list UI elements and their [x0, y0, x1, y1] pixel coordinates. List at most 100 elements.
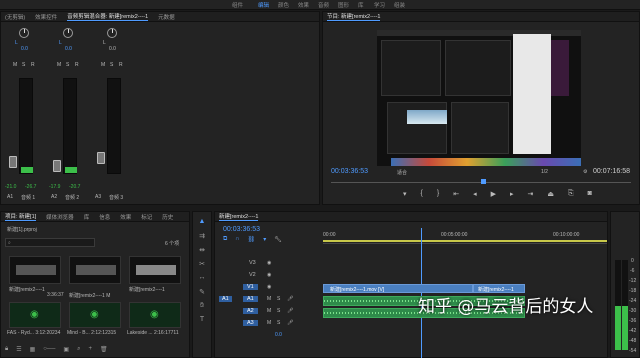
workspace-tab-graphics[interactable]: 图形	[338, 1, 349, 9]
nest-icon[interactable]: ⧉	[223, 236, 227, 243]
tab-markers[interactable]: 标记	[141, 213, 152, 221]
workspace-tab-color[interactable]: 颜色	[278, 1, 289, 9]
solo-button[interactable]: S	[277, 308, 280, 314]
settings-icon[interactable]: ⚙	[583, 169, 587, 175]
step-forward-icon[interactable]: ▸	[510, 190, 514, 200]
track-v3-label[interactable]: V3	[249, 260, 256, 266]
solo-button[interactable]: S	[277, 296, 280, 302]
pan-knob[interactable]	[19, 28, 29, 38]
track-v2-label[interactable]: V2	[249, 272, 256, 278]
project-search-input[interactable]: ⌕	[5, 238, 95, 247]
program-video-frame[interactable]	[377, 30, 581, 166]
type-icon[interactable]: T	[196, 316, 208, 326]
mic-icon[interactable]: 🎤︎	[287, 320, 293, 326]
tab-no-clip[interactable]: (无剪辑)	[5, 13, 25, 21]
linked-icon[interactable]: ⛓︎	[248, 236, 256, 243]
selection-tool-icon[interactable]: ▲	[196, 218, 208, 228]
tab-metadata[interactable]: 元数据	[158, 13, 175, 21]
mark-out-icon[interactable]: }	[437, 190, 439, 200]
master-volume[interactable]: 0.0	[275, 332, 282, 338]
tab-info[interactable]: 信息	[99, 213, 110, 221]
pan-knob[interactable]	[63, 28, 73, 38]
icon-view-icon[interactable]: ▦	[30, 346, 36, 356]
work-area-bar[interactable]	[323, 240, 607, 242]
audio-item-thumb[interactable]: ◉	[9, 302, 61, 328]
tab-audio-clip-mixer[interactable]: 音频剪辑混合器: 新建[remix2----1	[67, 12, 149, 21]
lift-icon[interactable]: ⏏	[547, 190, 554, 200]
trash-icon[interactable]: 🗑︎	[100, 346, 108, 356]
lock-icon[interactable]: 🔒︎	[5, 346, 8, 356]
workspace-tab-libraries[interactable]: 库	[358, 1, 364, 9]
play-icon[interactable]: ▶	[491, 190, 496, 200]
workspace-tab-effects[interactable]: 效果	[298, 1, 309, 9]
record-button[interactable]: R	[119, 62, 123, 68]
solo-button[interactable]: S	[22, 62, 25, 68]
resolution-dropdown[interactable]: 1/2	[541, 169, 548, 175]
pan-value[interactable]: 0.0	[21, 46, 28, 52]
tab-effect-controls[interactable]: 效果控件	[35, 13, 57, 21]
snap-icon[interactable]: ∩	[235, 236, 239, 243]
tab-effects[interactable]: 效果	[120, 213, 131, 221]
workspace-tab-learn[interactable]: 学习	[374, 1, 385, 9]
audio-item-thumb[interactable]: ◉	[129, 302, 181, 328]
project-item-thumb[interactable]	[69, 256, 121, 284]
record-button[interactable]: R	[75, 62, 79, 68]
pen-icon[interactable]: ✎	[196, 288, 208, 298]
add-marker-icon[interactable]: ▾	[263, 236, 266, 243]
mute-button[interactable]: M	[57, 62, 61, 68]
sequence-tab[interactable]: 新建[remix2----1	[219, 212, 259, 221]
marker-icon[interactable]: ▾	[403, 190, 407, 200]
go-to-out-icon[interactable]: ⇥	[528, 190, 534, 200]
new-item-icon[interactable]: +	[88, 346, 92, 356]
program-title[interactable]: 节目: 新建[remix2----1	[327, 12, 381, 21]
track-a3-label[interactable]: A3	[243, 320, 258, 326]
slip-icon[interactable]: ↔	[196, 274, 208, 284]
tab-history[interactable]: 历史	[162, 213, 173, 221]
fit-dropdown[interactable]: 适合	[397, 169, 407, 176]
timeline-timecode[interactable]: 00:03:36:53	[223, 226, 260, 233]
project-item-thumb[interactable]	[129, 256, 181, 284]
eye-icon[interactable]: ◉	[267, 272, 271, 278]
solo-button[interactable]: S	[66, 62, 69, 68]
track-a2-label[interactable]: A2	[243, 308, 258, 314]
volume-fader[interactable]	[53, 160, 61, 172]
list-view-icon[interactable]: ☰	[16, 346, 21, 356]
program-timecode-current[interactable]: 00:03:36:53	[331, 168, 368, 175]
project-item-thumb[interactable]	[9, 256, 61, 284]
mute-button[interactable]: M	[267, 320, 271, 326]
zoom-slider[interactable]: ○──	[43, 346, 55, 356]
mic-icon[interactable]: 🎤︎	[287, 296, 293, 302]
tab-media-browser[interactable]: 媒体浏览器	[46, 213, 74, 221]
track-v1-label[interactable]: V1	[243, 284, 258, 290]
solo-button[interactable]: S	[277, 320, 280, 326]
extract-icon[interactable]: ⎘	[568, 190, 574, 200]
audio-item-thumb[interactable]: ◉	[69, 302, 121, 328]
pan-value[interactable]: 0.0	[109, 46, 116, 52]
tab-libraries[interactable]: 库	[84, 213, 90, 221]
workspace-tab-assembly[interactable]: 组件	[232, 1, 243, 9]
volume-fader[interactable]	[9, 156, 17, 168]
mute-button[interactable]: M	[13, 62, 17, 68]
playhead-marker[interactable]	[481, 179, 486, 184]
record-button[interactable]: R	[31, 62, 35, 68]
volume-fader[interactable]	[97, 152, 105, 164]
hand-icon[interactable]: ✋︎	[196, 302, 208, 312]
eye-icon[interactable]: ◉	[267, 260, 271, 266]
razor-icon[interactable]: ✂	[196, 260, 208, 270]
go-to-in-icon[interactable]: ⇤	[453, 190, 459, 200]
mute-button[interactable]: M	[267, 296, 271, 302]
workspace-tab-audio[interactable]: 音频	[318, 1, 329, 9]
tab-project[interactable]: 项目: 新建[1]	[5, 212, 37, 221]
workspace-tab-edit[interactable]: 编辑	[258, 1, 269, 9]
ripple-edit-icon[interactable]: ⇹	[196, 246, 208, 256]
source-patch-a1[interactable]: A1	[219, 296, 232, 302]
mic-icon[interactable]: 🎤︎	[287, 308, 293, 314]
mark-in-icon[interactable]: {	[421, 190, 423, 200]
new-bin-icon[interactable]: ▣	[63, 346, 69, 356]
track-a1-label[interactable]: A1	[243, 296, 258, 302]
search-icon[interactable]: ⌕	[77, 346, 80, 356]
track-select-icon[interactable]: ⇉	[196, 232, 208, 242]
solo-button[interactable]: S	[110, 62, 113, 68]
mute-button[interactable]: M	[267, 308, 271, 314]
time-ruler[interactable]: 00:00 00:05:00:00 00:10:00:00	[323, 228, 607, 244]
